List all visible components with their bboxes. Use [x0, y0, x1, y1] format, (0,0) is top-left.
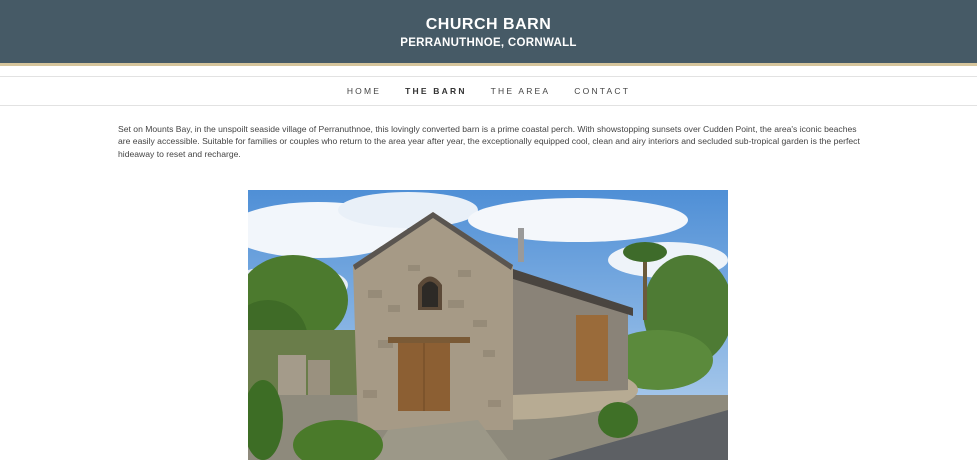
nav-item-the-area[interactable]: THE AREA — [479, 86, 563, 96]
barn-photo — [248, 190, 728, 460]
main-nav: HOME THE BARN THE AREA CONTACT — [0, 76, 977, 106]
nav-item-the-barn[interactable]: THE BARN — [393, 86, 479, 96]
site-subtitle: PERRANUTHNOE, CORNWALL — [400, 36, 577, 49]
intro-paragraph: Set on Mounts Bay, in the unspoilt seasi… — [118, 124, 860, 159]
site-title[interactable]: CHURCH BARN — [426, 16, 552, 34]
site-header: CHURCH BARN PERRANUTHNOE, CORNWALL — [0, 0, 977, 66]
nav-item-home[interactable]: HOME — [335, 86, 393, 96]
nav-item-contact[interactable]: CONTACT — [562, 86, 642, 96]
barn-photo-illustration — [248, 190, 728, 460]
